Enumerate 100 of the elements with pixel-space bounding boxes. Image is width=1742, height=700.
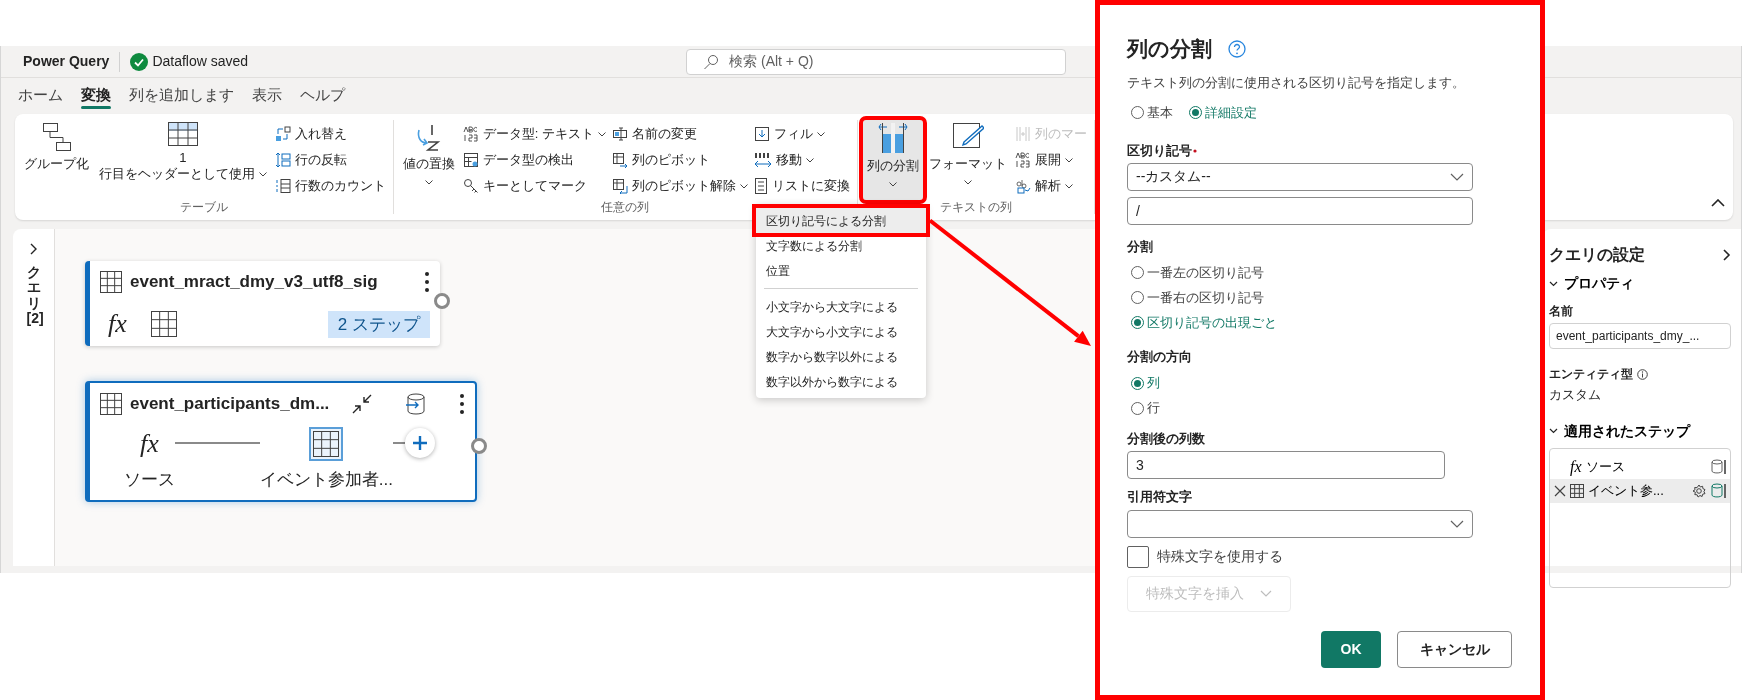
help-icon[interactable] [1228,39,1246,58]
ribbon-button[interactable]: グループ化 [20,120,93,200]
ribbon-button[interactable]: 移動 [751,148,852,172]
chevron-down-icon [1450,519,1464,528]
radio-option[interactable]: 行 [1131,395,1512,421]
database-icon [1710,482,1726,499]
menu-item[interactable]: 位置 [756,258,926,283]
ribbon-tab[interactable]: ヘルプ [291,78,354,112]
ribbon-tab[interactable]: 変換 [72,78,120,112]
count-rows-icon [274,178,291,194]
ribbon-button[interactable]: キーとしてマーク [460,174,608,198]
output-port[interactable] [471,437,487,454]
chevron-down-icon [1064,183,1073,189]
table-icon [313,430,340,457]
settings-icon[interactable] [1692,483,1706,498]
chevron-right-icon[interactable] [1723,249,1731,261]
unpivot-icon [611,178,628,194]
ribbon-button[interactable]: 展開 [1012,148,1089,172]
menu-item[interactable]: 大文字から小文字による [756,319,926,344]
ribbon-tab[interactable]: 列を追加します [120,78,243,112]
ok-button[interactable]: OK [1321,630,1381,668]
chevron-down-icon [258,172,267,178]
add-step-button[interactable] [405,427,435,458]
radio-option[interactable]: 一番右の区切り記号 [1131,285,1512,310]
delimiter-field[interactable]: / [1127,196,1473,225]
ribbon-tab[interactable]: ホーム [9,78,72,112]
query-card[interactable]: event_mract_dmy_v3_utf8_sig fx 2 ステップ [85,261,440,346]
collapse-icon[interactable] [1711,199,1725,208]
ribbon-button[interactable]: データ型: テキスト [460,122,608,146]
more-icon[interactable] [459,392,465,415]
ribbon-button[interactable]: リストに変換 [751,174,852,198]
delete-icon[interactable] [1554,484,1566,497]
function-glyph: fx [1570,458,1582,475]
query-card[interactable]: event_participants_dm... fx ソース イベント参加者... [85,381,477,502]
name-field[interactable]: event_participants_dmy_... [1549,323,1731,349]
hierarchy-icon [41,122,72,152]
ribbon-button[interactable]: フィル [751,122,852,146]
function-glyph: fx [108,311,127,338]
split-column-icon [877,122,908,154]
applied-step[interactable]: イベント参... [1550,478,1730,503]
applied-step[interactable]: fx ソース [1550,454,1730,479]
ribbon-button[interactable]: 入れ替え [272,122,388,146]
quote-char-dropdown[interactable] [1127,509,1473,538]
menu-item[interactable]: 小文字から大文字による [756,294,926,319]
table-icon [100,270,122,293]
menu-item[interactable]: 数字から数字以外による [756,344,926,369]
search-field[interactable]: 検索 (Alt + Q) [686,48,1067,75]
dialog-title: 列の分割 [1127,36,1212,62]
ribbon-button[interactable]: 1 行目をヘッダーとして使用 [95,120,271,200]
field-label: エンティティ型 [1549,366,1633,383]
chevron-down-icon [888,182,897,188]
field-label: 分割後の列数 [1127,429,1206,448]
table-icon [167,122,198,146]
section-header[interactable]: プロパティ [1549,273,1634,294]
ribbon-button[interactable]: 列のピボット解除 [609,174,750,198]
radio-option[interactable]: 詳細設定 [1189,100,1257,125]
radio-option[interactable]: 一番左の区切り記号 [1131,260,1512,285]
group-label: 任意の列 [600,200,651,214]
chevron-down-icon [1260,590,1272,597]
fill-down-icon [753,126,770,142]
reverse-rows-icon [274,152,291,168]
key-icon [462,178,479,194]
query-name: event_participants_dm... [130,393,330,415]
move-icon [753,152,772,168]
ribbon-button[interactable]: 行数のカウント [272,174,388,198]
section-header[interactable]: 適用されたステップ [1549,420,1690,442]
ribbon-tab[interactable]: 表示 [243,78,291,112]
query-name: event_mract_dmy_v3_utf8_sig [130,271,378,293]
database-icon[interactable] [405,391,427,416]
checkbox[interactable] [1127,545,1149,568]
rename-icon [611,126,628,142]
expand-icon[interactable] [29,243,38,255]
chevron-down-icon [1064,157,1073,163]
menu-item[interactable]: 数字以外から数字による [756,369,926,394]
more-icon[interactable] [424,270,430,293]
ribbon-button[interactable]: 値の置換 [398,120,459,200]
table-icon [1570,483,1584,498]
field-label: 引用符文字 [1127,488,1193,506]
radio-option[interactable]: 列 [1131,370,1512,396]
cancel-button[interactable]: キャンセル [1397,630,1512,668]
collapse-icon[interactable] [351,392,373,415]
panel-title: クエリ [2] [26,265,41,327]
pane-title: クエリの設定 [1549,245,1645,265]
ribbon-button[interactable]: 解析 [1012,174,1089,198]
pivot-icon [611,152,628,168]
step-label: ソース [124,468,175,491]
ribbon-button[interactable]: 名前の変更 [609,122,750,146]
radio-option[interactable]: 区切り記号の出現ごと [1131,310,1512,335]
ribbon-button[interactable]: 行の反転 [272,148,388,172]
search-icon [703,53,720,70]
ribbon-button[interactable]: フォーマット [924,120,1011,200]
field-label: 区切り記号 [1127,143,1192,158]
chevron-down-icon [1450,172,1464,181]
menu-item[interactable]: 文字数による分割 [756,233,926,258]
ribbon-button[interactable]: データ型の検出 [460,148,608,172]
ribbon-button[interactable]: 列のピボット [609,148,750,172]
column-count-field[interactable]: 3 [1127,451,1445,479]
radio-option[interactable]: 基本 [1131,100,1173,125]
parse-icon [1014,178,1031,194]
delimiter-dropdown[interactable]: --カスタム-- [1127,162,1473,191]
